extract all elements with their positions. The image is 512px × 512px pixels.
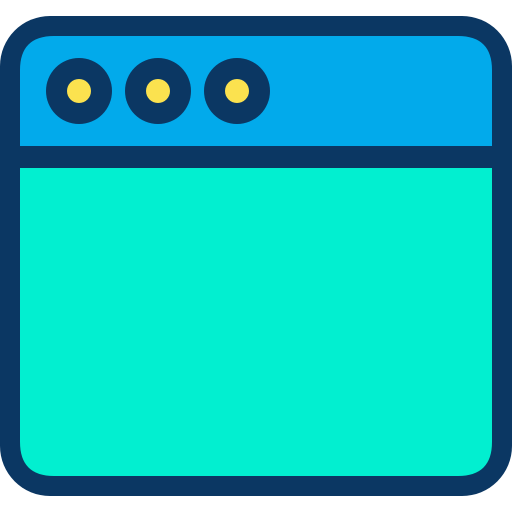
browser-window-icon xyxy=(0,16,512,496)
content-area xyxy=(20,168,492,476)
window-dot-1-icon xyxy=(67,79,91,103)
window-dot-3-icon xyxy=(225,79,249,103)
icon-canvas xyxy=(0,0,512,512)
window-dot-2-icon xyxy=(146,79,170,103)
